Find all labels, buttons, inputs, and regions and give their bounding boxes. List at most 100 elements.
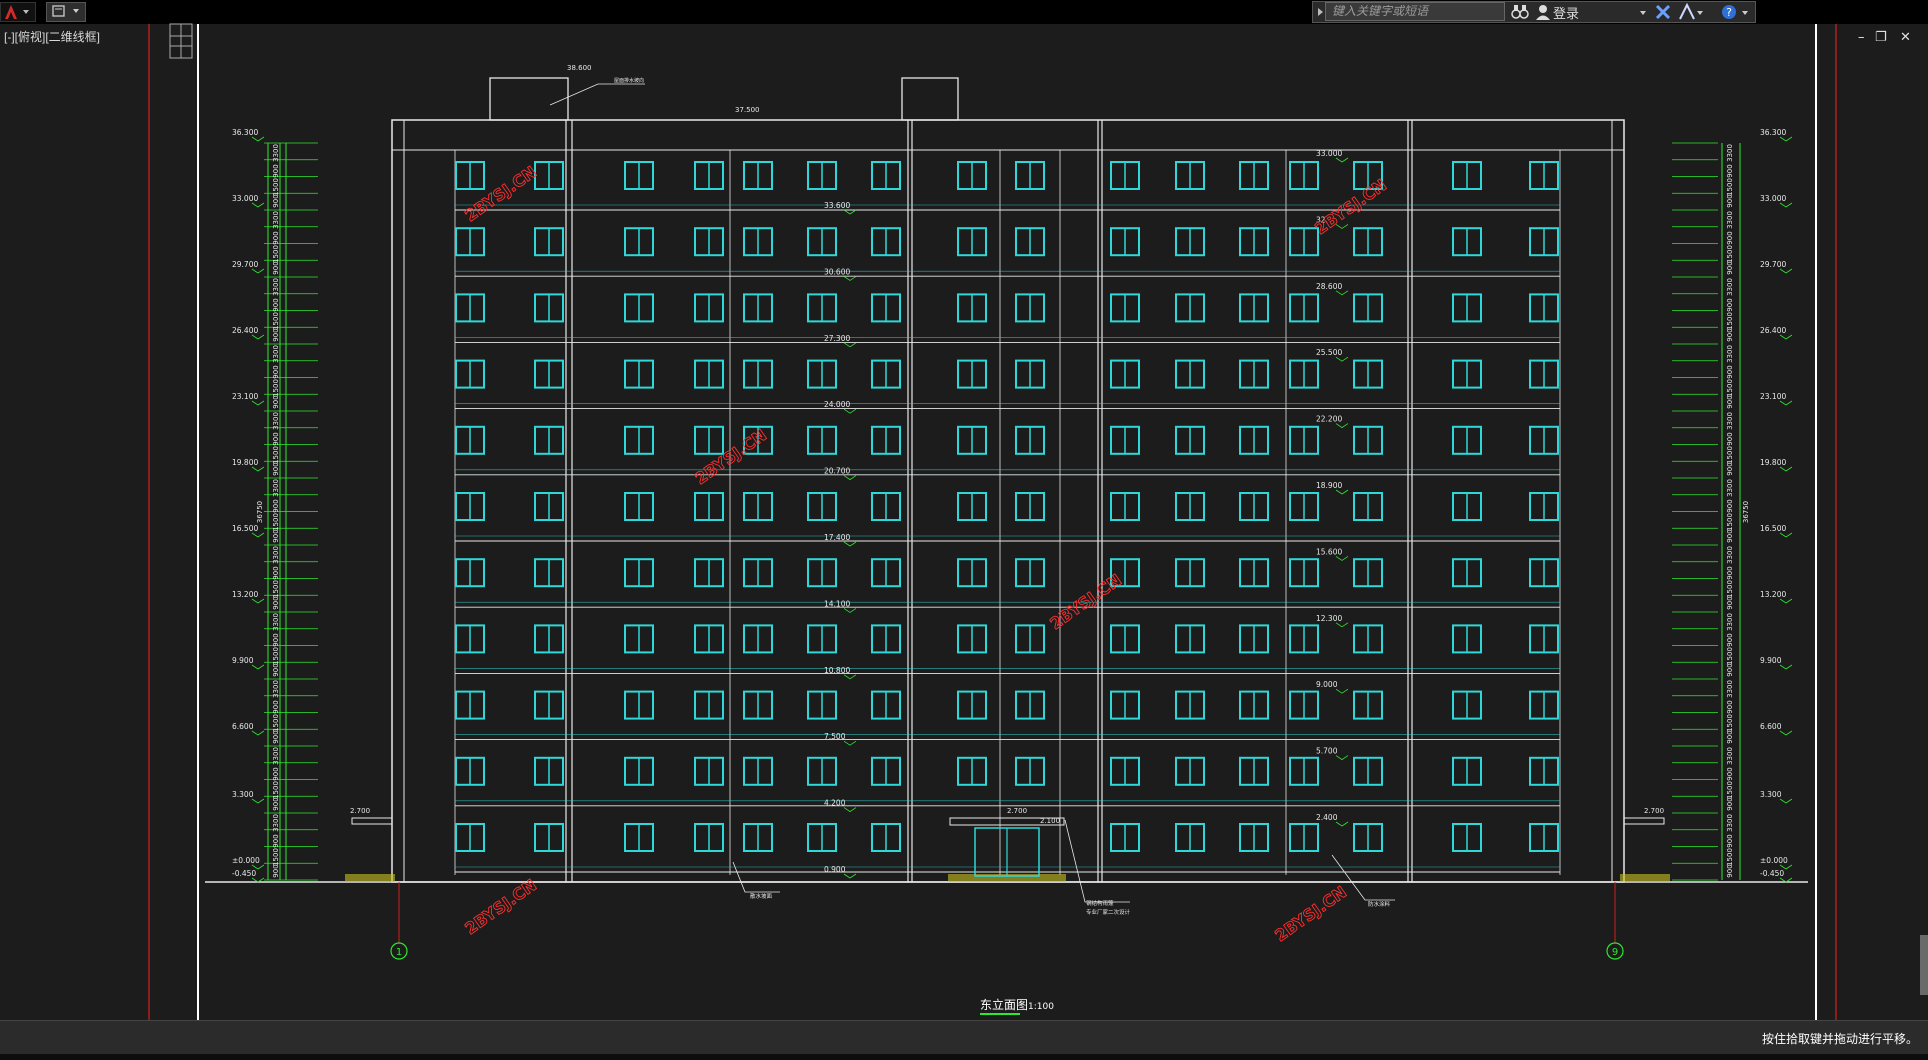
floor-dim-right: 3300: [1726, 546, 1734, 564]
level-mark: [1335, 821, 1349, 827]
level-mark: [843, 342, 857, 348]
level-mark: [843, 873, 857, 879]
right-level: 28.600: [1316, 282, 1342, 291]
floor-dim-left: 3300: [272, 211, 280, 229]
elevation-left: 19.800: [232, 458, 258, 467]
watermark-text: 2BYSJ.CN: [1271, 882, 1350, 945]
steps-right: [1620, 874, 1670, 882]
level-mark: [1779, 400, 1793, 406]
level-mark: [1779, 334, 1793, 340]
floor-dim-right: 900: [1726, 529, 1734, 542]
floor-dim-right: 900: [1726, 864, 1734, 877]
elevation-left: 13.200: [232, 590, 258, 599]
scrollbar-thumb[interactable]: [1920, 935, 1928, 995]
floor-dim-left: 900: [272, 730, 280, 743]
level-mark: [251, 202, 265, 208]
floor-dim-left: 1500: [272, 245, 280, 263]
floor-dim-left: 900: [272, 395, 280, 408]
floor-dim-right: 900: [1726, 462, 1734, 475]
canopy-left: [351, 817, 393, 825]
level-mark: [1779, 268, 1793, 274]
level-mark: [1335, 688, 1349, 694]
floor-dim-left: 900: [272, 328, 280, 341]
canopy-left-label: 2.700: [350, 807, 370, 815]
level-mark: [251, 466, 265, 472]
level-mark: [1779, 532, 1793, 538]
floor-dim-right: 900: [1726, 633, 1734, 646]
floor-dim-right: 1500: [1726, 714, 1734, 732]
elevation-left: 26.400: [232, 326, 258, 335]
floor-dim-right: 900: [1726, 596, 1734, 609]
level-mark: [1335, 157, 1349, 163]
floor-dim-right: 1500: [1726, 580, 1734, 598]
level-mark: [843, 276, 857, 281]
floor-dim-left: 900: [272, 767, 280, 780]
floor-dim-right: 3300: [1726, 814, 1734, 832]
right-level: 18.900: [1316, 481, 1342, 490]
floor-dim-left: 3300: [272, 613, 280, 631]
drawing-canvas[interactable]: 3300 3300900 9001500 1500900 9003300 3300900 9…: [0, 0, 1928, 1020]
floor-dim-left: 900: [272, 365, 280, 378]
floor-dim-left: 1500: [272, 580, 280, 598]
elevation-left: 29.700: [232, 260, 258, 269]
dimension-chains: 3300 3300900 9001500 1500900 9003300 3300900 9…: [256, 142, 1750, 881]
floor-dim-right: 3300: [1726, 680, 1734, 698]
bottom-strip: [0, 1054, 1928, 1060]
leader-line: [549, 83, 645, 106]
elevation-left: 23.100: [232, 392, 258, 401]
level-mark: [251, 136, 265, 142]
floor-dim-left: 900: [272, 596, 280, 609]
floor-dim-left: 900: [272, 663, 280, 676]
elevation-right: 3.300: [1760, 790, 1782, 799]
elevation-right: 6.600: [1760, 722, 1782, 731]
floor-dim-left: 3300: [272, 412, 280, 430]
floor-dim-left: 900: [272, 231, 280, 244]
center-level: 7.500: [824, 732, 846, 741]
status-message: 按住拾取键并拖动进行平移。: [1761, 1032, 1918, 1046]
elevation-left: ±0.000: [232, 856, 260, 865]
floor-dim-right: 900: [1726, 365, 1734, 378]
right-level: 25.500: [1316, 348, 1342, 357]
floor-dim-left: 3300: [272, 144, 280, 162]
elevation-right: 16.500: [1760, 524, 1786, 533]
floor-dim-right: 900: [1726, 395, 1734, 408]
elevation-right: ±0.000: [1760, 856, 1788, 865]
canopy-right-label: 2.700: [1644, 807, 1664, 815]
bottom-right-note: 防水涂料: [1368, 900, 1391, 908]
floor-dim-left: 1500: [272, 312, 280, 330]
floor-dim-left: 900: [272, 261, 280, 274]
floor-dim-left: 900: [272, 194, 280, 207]
floor-dim-right: 900: [1726, 261, 1734, 274]
floor-dim-left: 900: [272, 298, 280, 311]
floor-dim-right: 3300: [1726, 747, 1734, 765]
status-bar: 按住拾取键并拖动进行平移。: [0, 1020, 1928, 1055]
right-level: 12.300: [1316, 614, 1342, 623]
watermark-text: 2BYSJ.CN: [1046, 570, 1125, 633]
floor-dim-left: 900: [272, 164, 280, 177]
elevation-right: 29.700: [1760, 260, 1786, 269]
parapet-level-label: 37.500: [735, 106, 760, 114]
floor-dim-right: 3300: [1726, 412, 1734, 430]
floor-dim-left: 900: [272, 499, 280, 512]
floor-dim-right: 900: [1726, 298, 1734, 311]
axis-label-left: 1: [396, 947, 402, 958]
floor-dim-right: 3300: [1726, 278, 1734, 296]
center-level: 4.200: [824, 799, 846, 808]
floor-dim-right: 1500: [1726, 781, 1734, 799]
windows-layer: [455, 161, 1559, 877]
floor-dim-right: 900: [1726, 194, 1734, 207]
elevation-right: 26.400: [1760, 326, 1786, 335]
elevation-left: 3.300: [232, 790, 254, 799]
floor-dim-left: 900: [272, 566, 280, 579]
floor-dim-left: 1500: [272, 513, 280, 531]
floor-dim-right: 1500: [1726, 647, 1734, 665]
entrance-canopy-label: 2.700: [1007, 807, 1027, 815]
center-level: 17.400: [824, 533, 850, 542]
floor-dim-left: 900: [272, 432, 280, 445]
level-mark: [1335, 423, 1349, 429]
leader-line: [732, 861, 780, 893]
roof-tower-right: [901, 77, 959, 121]
floor-dim-left: 1500: [272, 379, 280, 397]
center-level: 14.100: [824, 599, 850, 608]
viewcube-icon[interactable]: [169, 23, 193, 59]
